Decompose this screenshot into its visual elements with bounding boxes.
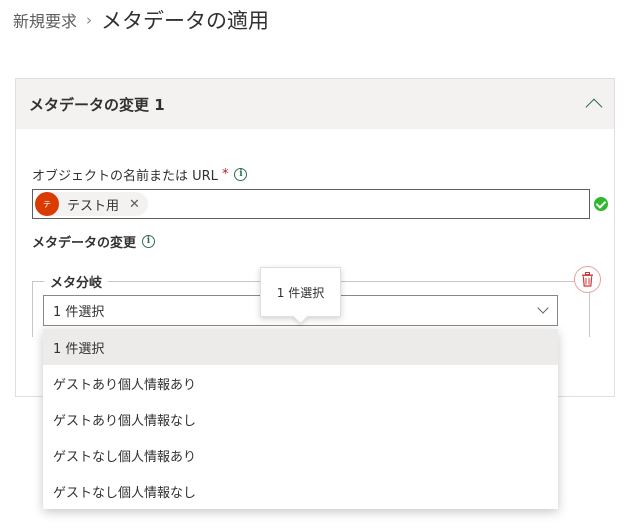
dropdown-options-list: 1 件選択 ゲストあり個人情報あり ゲストあり個人情報なし ゲストなし個人情報あ… bbox=[43, 329, 558, 509]
metadata-section-title-row: メタデータの変更 i bbox=[32, 232, 156, 251]
breadcrumb-parent-link[interactable]: 新規要求 bbox=[13, 8, 77, 32]
chevron-down-icon[interactable] bbox=[537, 302, 549, 314]
metadata-section-title: メタデータの変更 bbox=[32, 236, 137, 251]
breadcrumb-separator: › bbox=[86, 11, 93, 29]
page-title: メタデータの適用 bbox=[101, 9, 270, 33]
dropdown-option[interactable]: ゲストなし個人情報あり bbox=[43, 437, 558, 473]
card-title: メタデータの変更 1 bbox=[29, 95, 165, 114]
info-icon[interactable]: i bbox=[142, 235, 156, 248]
chevron-up-icon[interactable] bbox=[585, 98, 603, 116]
dropdown-option[interactable]: ゲストあり個人情報なし bbox=[43, 401, 558, 437]
page: 新規要求 › メタデータの適用 メタデータの変更 1 オブジェクトの名前または … bbox=[0, 0, 634, 530]
object-field-label-row: オブジェクトの名前または URL * i bbox=[32, 165, 248, 184]
object-field-label: オブジェクトの名前または URL bbox=[32, 169, 218, 184]
meta-branch-legend: メタ分岐 bbox=[44, 272, 109, 291]
check-circle-icon bbox=[594, 197, 608, 211]
selected-item-name: テスト用 bbox=[67, 198, 120, 214]
required-marker: * bbox=[221, 167, 229, 182]
avatar: テ bbox=[35, 192, 59, 216]
trash-icon bbox=[582, 272, 593, 287]
info-icon[interactable]: i bbox=[234, 168, 248, 181]
dropdown-option[interactable]: ゲストなし個人情報なし bbox=[43, 473, 558, 509]
delete-button[interactable] bbox=[574, 266, 601, 293]
tooltip-text: 1 件選択 bbox=[276, 285, 325, 300]
breadcrumb: 新規要求 › メタデータの適用 bbox=[13, 6, 269, 34]
close-icon[interactable]: ✕ bbox=[129, 197, 140, 212]
dropdown-selected-value: 1 件選択 bbox=[53, 305, 105, 320]
dropdown-option[interactable]: 1 件選択 bbox=[43, 329, 558, 365]
dropdown-option[interactable]: ゲストあり個人情報あり bbox=[43, 365, 558, 401]
object-picker-input[interactable]: テ テスト用 ✕ bbox=[32, 189, 590, 219]
card-header[interactable]: メタデータの変更 1 bbox=[16, 79, 614, 129]
selected-item-pill[interactable]: テ テスト用 ✕ bbox=[35, 192, 148, 216]
